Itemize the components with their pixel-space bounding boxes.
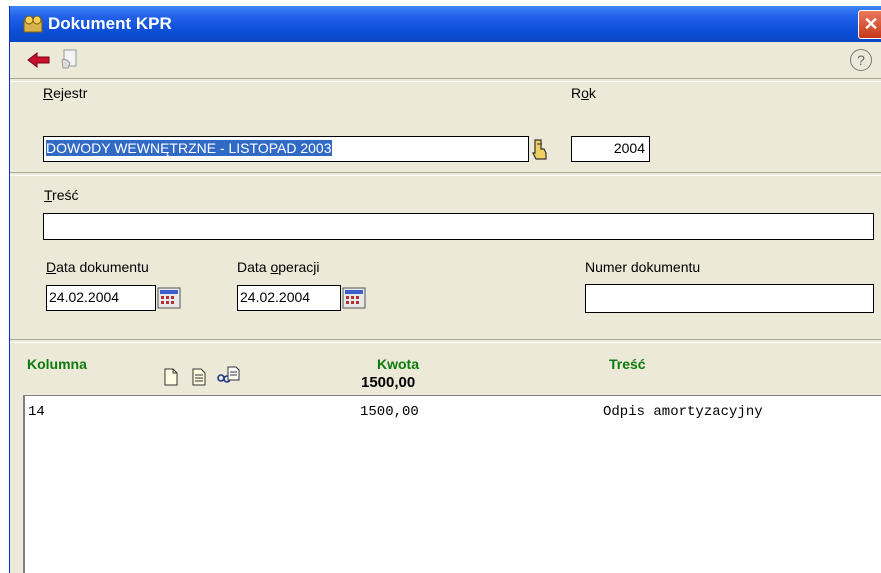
numer-dokumentu-field[interactable] xyxy=(585,284,874,313)
toolbar: ? xyxy=(10,42,881,78)
separator xyxy=(10,172,881,176)
select-hand-icon[interactable] xyxy=(530,138,550,162)
cell-tresc: Odpis amortyzacyjny xyxy=(603,404,763,420)
rejestr-field[interactable]: DOWODY WEWNĘTRZNE - LISTOPAD 2003 xyxy=(43,136,529,162)
column-header-kwota[interactable]: Kwota xyxy=(377,356,419,372)
edit-document-icon[interactable] xyxy=(190,368,208,386)
close-icon: ✕ xyxy=(863,14,879,34)
help-button[interactable]: ? xyxy=(850,49,872,71)
separator xyxy=(10,78,881,82)
document-hand-icon[interactable] xyxy=(58,48,82,70)
calendar-icon[interactable] xyxy=(342,287,366,309)
cell-kolumna: 14 xyxy=(28,404,45,420)
title-bar[interactable]: Dokument KPR ✕ xyxy=(10,6,881,42)
data-dokumentu-field[interactable]: 24.02.2004 xyxy=(46,285,156,311)
rejestr-label: Rejestr xyxy=(43,85,88,101)
dokument-kpr-window: Dokument KPR ✕ ? Rejestr DOWODY WEWNĘTRZ… xyxy=(9,6,881,573)
rok-label: Rok xyxy=(571,85,596,101)
column-header-kolumna[interactable]: Kolumna xyxy=(27,356,87,372)
table-row[interactable]: 14 1500,00 Odpis amortyzacyjny xyxy=(25,404,881,422)
window-title: Dokument KPR xyxy=(48,14,172,33)
separator xyxy=(10,339,881,343)
data-operacji-field[interactable]: 24.02.2004 xyxy=(237,285,341,311)
cell-kwota: 1500,00 xyxy=(360,404,419,420)
rok-field[interactable]: 2004 xyxy=(571,136,650,162)
app-icon xyxy=(23,15,43,33)
entries-grid[interactable]: 14 1500,00 Odpis amortyzacyjny xyxy=(23,395,881,573)
tresc-label: Treść xyxy=(44,187,79,203)
data-dokumentu-label: Data dokumentu xyxy=(46,259,149,275)
back-arrow-icon[interactable] xyxy=(27,51,51,69)
help-icon: ? xyxy=(857,52,865,68)
data-operacji-label: Data operacji xyxy=(237,259,320,275)
delete-document-icon[interactable] xyxy=(216,366,240,384)
close-button[interactable]: ✕ xyxy=(858,10,881,39)
grid-header: Kolumna Kwota 1500,00 Treść xyxy=(10,344,881,394)
numer-dokumentu-label: Numer dokumentu xyxy=(585,259,701,275)
tresc-field[interactable] xyxy=(43,213,874,240)
new-document-icon[interactable] xyxy=(162,368,180,386)
column-header-tresc[interactable]: Treść xyxy=(609,356,646,372)
calendar-icon[interactable] xyxy=(157,287,181,309)
kwota-total: 1500,00 xyxy=(361,374,416,391)
rejestr-value: DOWODY WEWNĘTRZNE - LISTOPAD 2003 xyxy=(46,140,332,156)
